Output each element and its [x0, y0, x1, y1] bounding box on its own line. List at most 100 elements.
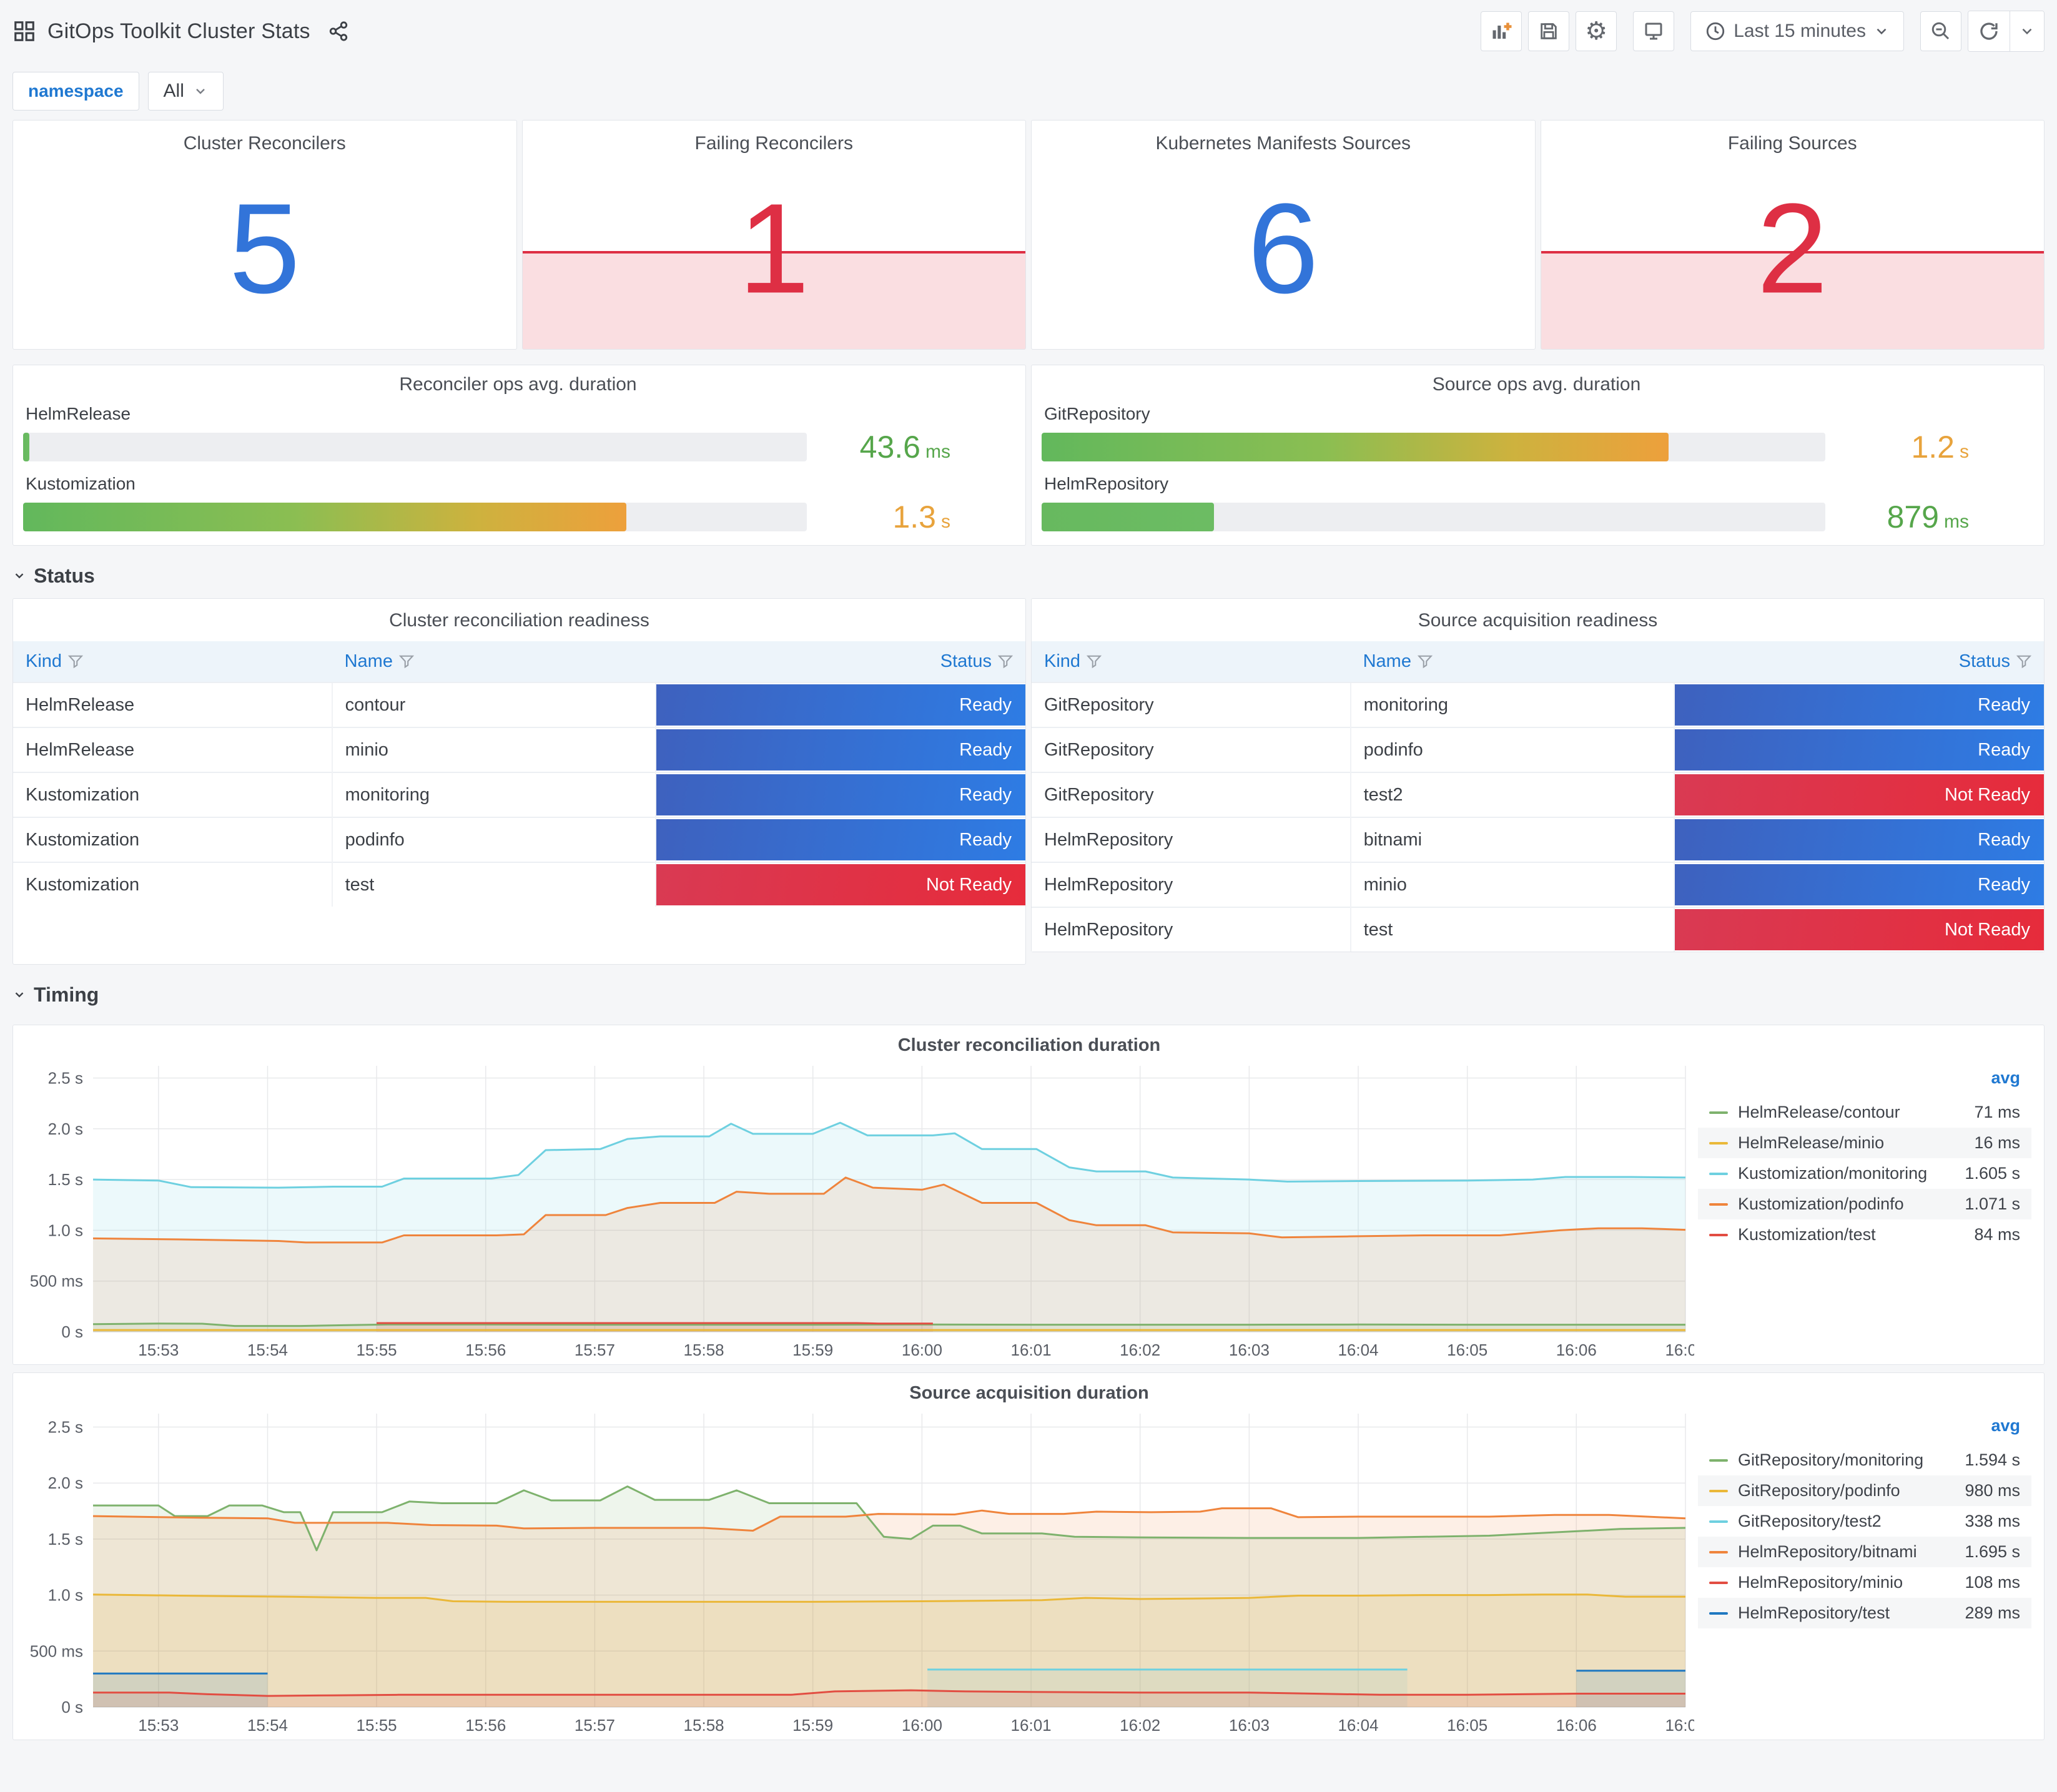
refresh-button[interactable]	[1968, 11, 2010, 51]
panel-title[interactable]: Source acquisition readiness	[1032, 599, 2044, 641]
legend-item[interactable]: Kustomization/podinfo 1.071 s	[1698, 1189, 2031, 1219]
panel-title[interactable]: Cluster reconciliation readiness	[13, 599, 1025, 641]
x-axis-tick-label: 16:03	[1229, 1341, 1270, 1359]
variable-namespace-value-dropdown[interactable]: All	[147, 72, 224, 111]
bar-gauge-track	[1042, 433, 1825, 461]
legend-item[interactable]: HelmRelease/contour 71 ms	[1698, 1097, 2031, 1128]
gauge-row: GitRepository 1.2 s	[1042, 404, 2031, 465]
section-header-status[interactable]: Status	[12, 553, 2045, 598]
filter-funnel-icon[interactable]	[67, 654, 84, 669]
readiness-table: Kind Name Status HelmRelease contour Ready Hel…	[13, 641, 1025, 907]
dashboard-page: GitOps Toolkit Cluster Stats ⚙ Last 15 m…	[0, 0, 2057, 1759]
time-series-plot[interactable]: 0 s 500 ms 1.0 s 1.5 s 2.0 s 2.5 s 15:53 15:54 1…	[23, 1058, 1694, 1361]
stats-row: Cluster Reconcilers 5 Failing Reconciler…	[12, 120, 2045, 350]
column-header-kind[interactable]: Kind	[13, 641, 332, 682]
cell-name: minio	[1349, 862, 1675, 907]
clock-icon	[1707, 22, 1725, 41]
gauge-label: Kustomization	[26, 474, 136, 493]
filter-funnel-icon[interactable]	[1086, 654, 1102, 669]
dashboard-header: GitOps Toolkit Cluster Stats ⚙ Last 15 m…	[12, 0, 2045, 62]
cell-name: bitnami	[1349, 817, 1675, 862]
cell-kind: HelmRelease	[13, 682, 332, 727]
stat-value: 5	[229, 177, 300, 320]
legend-item[interactable]: GitRepository/podinfo 980 ms	[1698, 1475, 2031, 1506]
bar-gauge-fill	[23, 433, 30, 461]
section-header-timing[interactable]: Timing	[12, 972, 2045, 1017]
column-header-status[interactable]: Status	[656, 641, 1025, 682]
gauge-label: GitRepository	[1044, 404, 1150, 423]
legend-series-avg: 980 ms	[1965, 1481, 2020, 1500]
gauge-value: 879 ms	[1887, 500, 1969, 534]
legend-item[interactable]: HelmRepository/bitnami 1.695 s	[1698, 1537, 2031, 1567]
dashboard-settings-button[interactable]: ⚙	[1576, 11, 1617, 51]
add-panel-button[interactable]	[1481, 11, 1522, 51]
legend-item[interactable]: GitRepository/test2 338 ms	[1698, 1506, 2031, 1537]
refresh-interval-dropdown[interactable]	[2010, 11, 2044, 51]
x-axis-tick-label: 15:53	[138, 1716, 179, 1735]
x-axis-tick-label: 16:03	[1229, 1716, 1270, 1735]
x-axis-tick-label: 15:56	[465, 1716, 506, 1735]
cell-name: test2	[1349, 772, 1675, 817]
legend-item[interactable]: GitRepository/monitoring 1.594 s	[1698, 1445, 2031, 1475]
bar-gauge-fill	[1042, 503, 1215, 531]
legend-item[interactable]: Kustomization/test 84 ms	[1698, 1219, 2031, 1250]
y-axis-tick-label: 1.0 s	[48, 1586, 83, 1605]
legend-item[interactable]: Kustomization/monitoring 1.605 s	[1698, 1158, 2031, 1189]
legend-item[interactable]: HelmRepository/minio 108 ms	[1698, 1567, 2031, 1598]
gauge-panel-reconciler-ops: Reconciler ops avg. duration HelmRelease…	[12, 365, 1026, 546]
status-badge: Ready	[656, 819, 1025, 860]
panel-title[interactable]: Kubernetes Manifests Sources	[1032, 133, 1535, 154]
filter-funnel-icon[interactable]	[997, 654, 1014, 669]
panel-title[interactable]: Failing Sources	[1541, 133, 2045, 154]
legend-series-avg: 71 ms	[1974, 1103, 2020, 1121]
zoom-out-button[interactable]	[1920, 11, 1961, 51]
table-panel-source-acquisition-readiness: Source acquisition readiness Kind Name Sta…	[1031, 598, 2045, 952]
legend-avg-header[interactable]: avg	[1698, 1416, 2031, 1445]
column-header-name[interactable]: Name	[1350, 641, 1675, 682]
time-series-plot[interactable]: 0 s 500 ms 1.0 s 1.5 s 2.0 s 2.5 s 15:53 15:54 1…	[23, 1406, 1694, 1736]
legend-avg-header[interactable]: avg	[1698, 1068, 2031, 1097]
stat-panel-failing-sources: Failing Sources 2	[1540, 120, 2045, 350]
bar-gauge-track	[23, 433, 807, 461]
column-header-kind[interactable]: Kind	[1032, 641, 1351, 682]
cell-kind: GitRepository	[1032, 682, 1351, 727]
panel-title[interactable]: Reconciler ops avg. duration	[23, 374, 1013, 395]
filter-funnel-icon[interactable]	[398, 654, 415, 669]
legend-series-swatch	[1709, 1550, 1728, 1553]
filter-funnel-icon[interactable]	[1417, 654, 1433, 669]
panel-title[interactable]: Cluster Reconcilers	[13, 133, 516, 154]
time-range-picker[interactable]: Last 15 minutes	[1690, 11, 1904, 51]
legend-series-name: HelmRepository/bitnami	[1738, 1542, 1917, 1561]
cell-name: test	[331, 862, 656, 907]
legend-series-name: Kustomization/podinfo	[1738, 1194, 1904, 1213]
bar-gauge-track	[23, 503, 807, 531]
x-axis-tick-label: 16:04	[1338, 1716, 1378, 1735]
panel-title[interactable]: Source acquisition duration	[23, 1373, 2035, 1406]
status-badge: Ready	[1675, 864, 2044, 905]
legend-series-swatch	[1709, 1520, 1728, 1523]
gauge-panel-source-ops: Source ops avg. duration GitRepository 1…	[1031, 365, 2045, 546]
save-dashboard-button[interactable]	[1528, 11, 1570, 51]
filter-funnel-icon[interactable]	[2016, 654, 2032, 669]
stat-value: 6	[1247, 177, 1319, 320]
chevron-down-icon	[196, 89, 205, 94]
x-axis-tick-label: 15:59	[792, 1341, 833, 1359]
legend-series-name: Kustomization/test	[1738, 1225, 1876, 1244]
dashboards-grid-icon[interactable]	[12, 19, 36, 43]
table-row: GitRepository test2 Not Ready	[1032, 772, 2044, 817]
panel-title[interactable]: Source ops avg. duration	[1042, 374, 2031, 395]
status-badge: Not Ready	[1675, 909, 2044, 950]
variable-namespace-label[interactable]: namespace	[12, 72, 139, 111]
chart-panel-cluster-reconciliation-duration: Cluster reconciliation duration 0 s 500 m…	[12, 1025, 2045, 1365]
legend-item[interactable]: HelmRelease/minio 16 ms	[1698, 1128, 2031, 1158]
column-header-name[interactable]: Name	[332, 641, 656, 682]
share-icon[interactable]	[328, 21, 349, 42]
cycle-view-mode-button[interactable]	[1633, 11, 1675, 51]
legend-item[interactable]: HelmRepository/test 289 ms	[1698, 1598, 2031, 1628]
panel-title[interactable]: Failing Reconcilers	[523, 133, 1026, 154]
bar-gauge-fill	[1042, 433, 1669, 461]
panel-title[interactable]: Cluster reconciliation duration	[23, 1025, 2035, 1058]
column-header-status[interactable]: Status	[1674, 641, 2044, 682]
gauges-row: Reconciler ops avg. duration HelmRelease…	[12, 365, 2045, 546]
y-axis-tick-label: 2.0 s	[48, 1120, 83, 1138]
